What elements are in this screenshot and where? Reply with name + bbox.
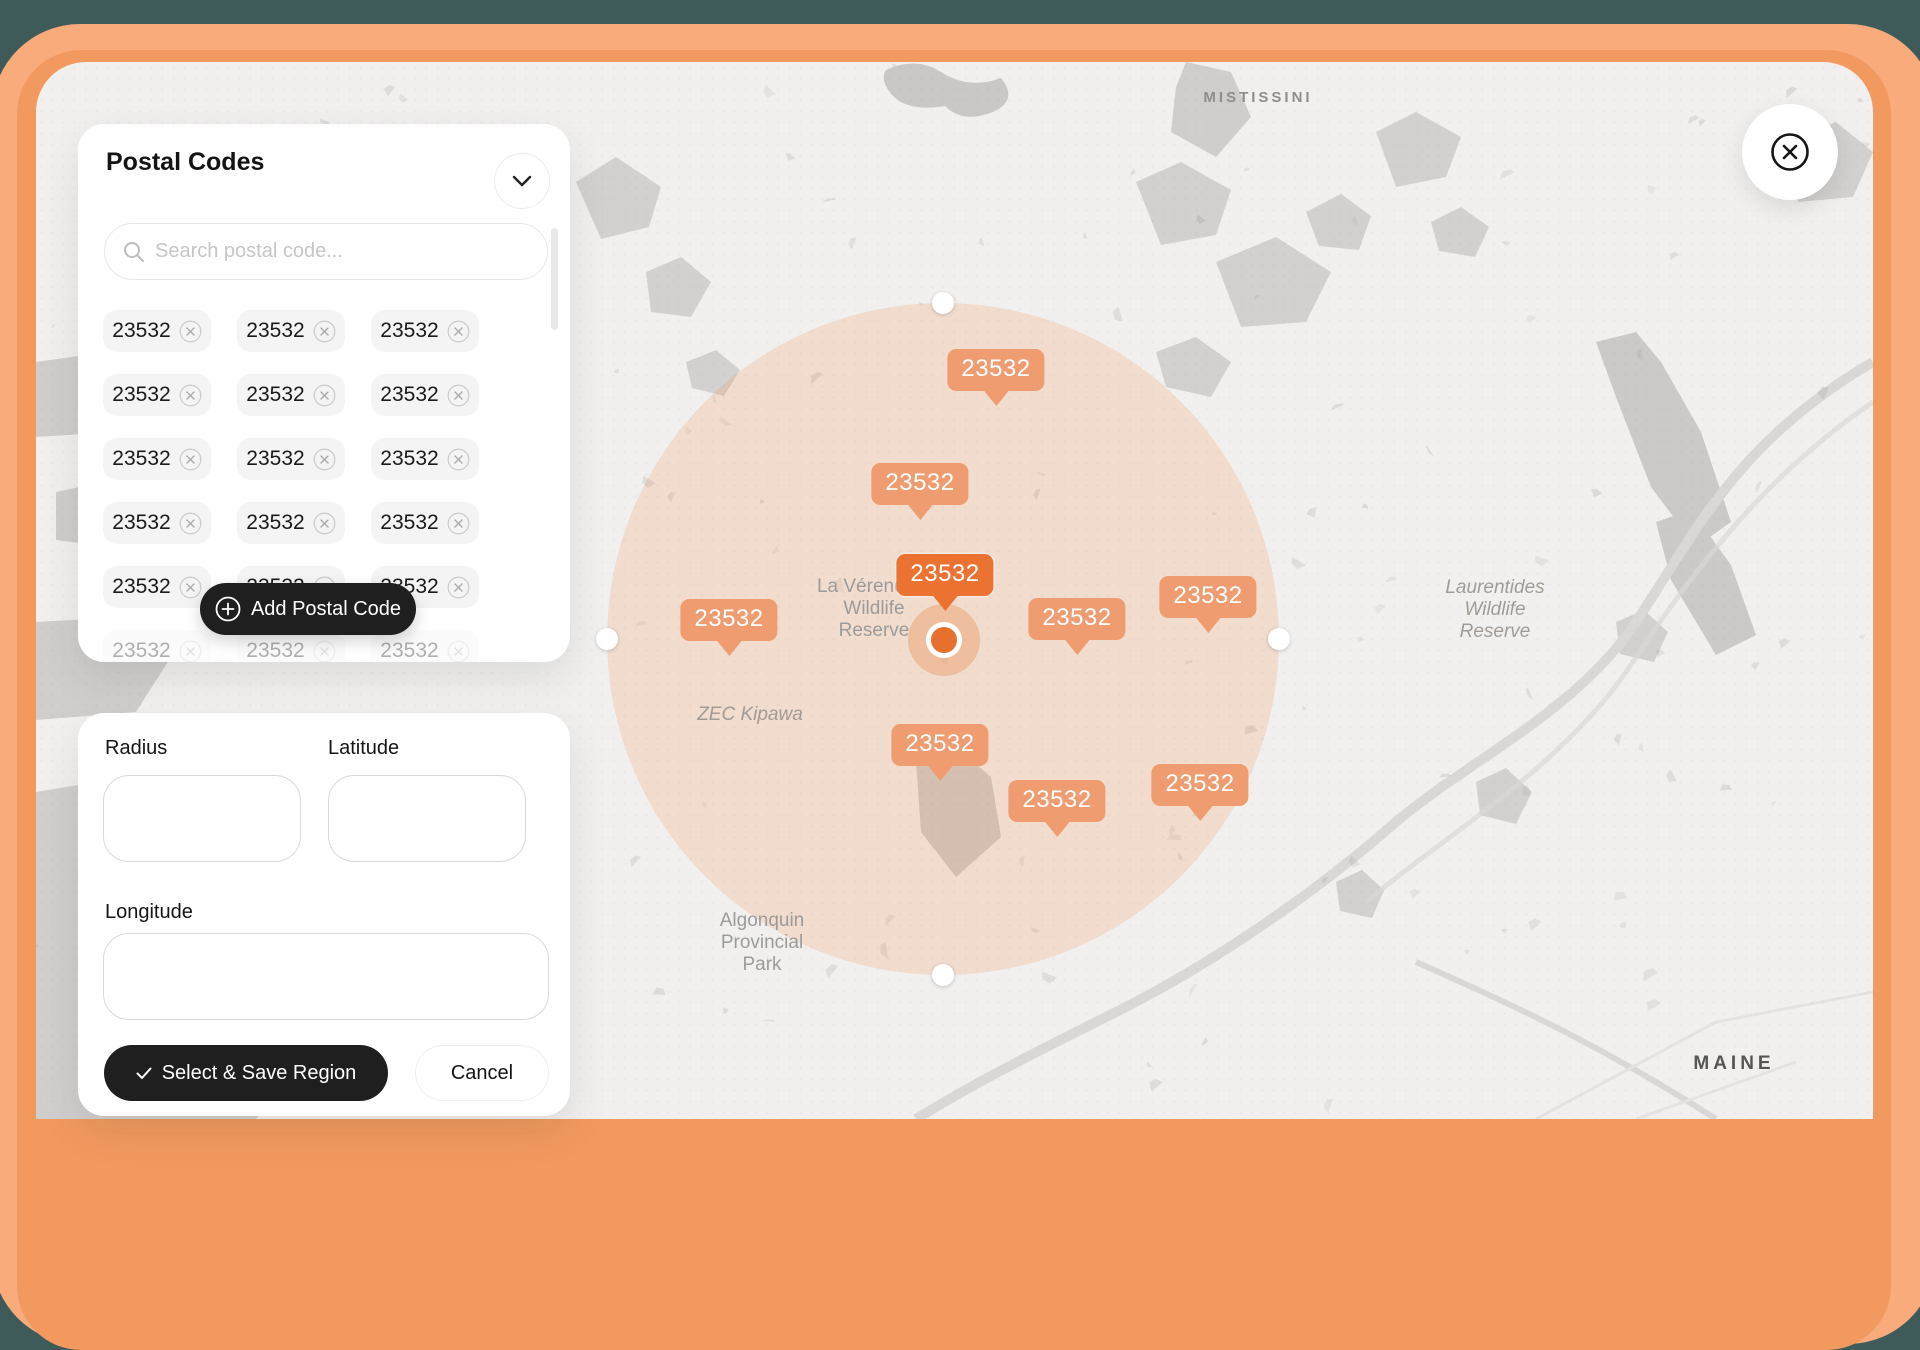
- radius-input[interactable]: [103, 775, 301, 862]
- postal-code-chip-label: 23532: [112, 319, 170, 343]
- map-pin-label: 23532: [680, 599, 777, 641]
- remove-chip-icon[interactable]: [179, 320, 202, 343]
- longitude-input[interactable]: [103, 933, 549, 1020]
- remove-chip-icon[interactable]: [179, 640, 202, 663]
- map-place-label-maine: MAINE: [1693, 1053, 1774, 1075]
- close-map-button[interactable]: [1742, 104, 1838, 200]
- remove-chip-icon[interactable]: [313, 320, 336, 343]
- map-place-label-laurentides: Laurentides Wildlife Reserve: [1445, 577, 1544, 643]
- search-postal-code-input[interactable]: [104, 223, 548, 280]
- search-icon: [122, 240, 146, 264]
- collapse-panel-button[interactable]: [494, 153, 550, 209]
- radius-label: Radius: [105, 737, 167, 760]
- postal-code-chip[interactable]: 23532: [237, 310, 345, 352]
- remove-chip-icon[interactable]: [179, 384, 202, 407]
- map-place-label-mistissini: MISTISSINI: [1203, 87, 1312, 109]
- postal-code-chip-label: 23532: [380, 639, 438, 662]
- postal-code-chip-label: 23532: [112, 447, 170, 471]
- postal-code-chip-label: 23532: [246, 447, 304, 471]
- map-pin[interactable]: 23532: [871, 463, 968, 505]
- postal-code-chip-label: 23532: [380, 447, 438, 471]
- postal-code-chip[interactable]: 23532: [103, 566, 211, 608]
- close-icon: [1768, 130, 1812, 174]
- center-marker[interactable]: [926, 622, 962, 658]
- postal-code-chip-label: 23532: [112, 575, 170, 599]
- remove-chip-icon[interactable]: [179, 448, 202, 471]
- remove-chip-icon[interactable]: [447, 320, 470, 343]
- postal-code-chip-label: 23532: [246, 383, 304, 407]
- postal-code-chip-label: 23532: [246, 319, 304, 343]
- map-pin-label: 23532: [947, 349, 1044, 391]
- postal-code-chip-label: 23532: [246, 511, 304, 535]
- postal-code-chip-label: 23532: [380, 383, 438, 407]
- remove-chip-icon[interactable]: [313, 384, 336, 407]
- postal-code-chip[interactable]: 23532: [371, 374, 479, 416]
- select-save-region-label: Select & Save Region: [162, 1062, 357, 1085]
- region-resize-handle-left[interactable]: [596, 628, 618, 650]
- map-place-label-algonquin: Algonquin Provincial Park: [720, 910, 805, 976]
- remove-chip-icon[interactable]: [447, 640, 470, 663]
- map-pin[interactable]: 23532: [1151, 764, 1248, 806]
- postal-code-chip[interactable]: 23532: [103, 374, 211, 416]
- postal-code-chip-label: 23532: [380, 511, 438, 535]
- remove-chip-icon[interactable]: [313, 512, 336, 535]
- postal-code-chip-label: 23532: [112, 383, 170, 407]
- region-resize-handle-right[interactable]: [1268, 628, 1290, 650]
- map-pin[interactable]: 23532: [680, 599, 777, 641]
- map-place-label-zec-kipawa: ZEC Kipawa: [697, 704, 803, 726]
- remove-chip-icon[interactable]: [179, 512, 202, 535]
- postal-code-chip[interactable]: 23532: [237, 438, 345, 480]
- remove-chip-icon[interactable]: [447, 512, 470, 535]
- map-pin[interactable]: 23532: [1008, 780, 1105, 822]
- add-postal-code-button[interactable]: Add Postal Code: [200, 583, 416, 635]
- remove-chip-icon[interactable]: [447, 384, 470, 407]
- add-postal-code-label: Add Postal Code: [251, 598, 401, 621]
- check-icon: [136, 1067, 152, 1080]
- map-pin-label: 23532: [1159, 576, 1256, 618]
- map-pin-selected[interactable]: 23532: [896, 554, 993, 596]
- region-resize-handle-top[interactable]: [932, 292, 954, 314]
- postal-codes-panel: Postal Codes 23532 23532 23532 23532 23532 23…: [78, 124, 570, 662]
- longitude-label: Longitude: [105, 901, 193, 924]
- postal-code-chip[interactable]: 23532: [103, 438, 211, 480]
- postal-code-chip[interactable]: 23532: [237, 502, 345, 544]
- region-resize-handle-bottom[interactable]: [932, 964, 954, 986]
- map-pin-label: 23532: [1151, 764, 1248, 806]
- remove-chip-icon[interactable]: [313, 640, 336, 663]
- postal-code-chip[interactable]: 23532: [103, 502, 211, 544]
- map-pin-label: 23532: [1028, 598, 1125, 640]
- map-pin-label: 23532: [896, 554, 993, 596]
- map-pin[interactable]: 23532: [1159, 576, 1256, 618]
- map-pin[interactable]: 23532: [891, 724, 988, 766]
- postal-code-chip[interactable]: 23532: [371, 310, 479, 352]
- remove-chip-icon[interactable]: [313, 448, 336, 471]
- cancel-button[interactable]: Cancel: [415, 1045, 549, 1101]
- postal-code-chip[interactable]: 23532: [237, 374, 345, 416]
- select-save-region-button[interactable]: Select & Save Region: [104, 1045, 388, 1101]
- postal-code-chip[interactable]: 23532: [371, 502, 479, 544]
- cancel-label: Cancel: [451, 1062, 513, 1085]
- postal-code-chip[interactable]: 23532: [103, 630, 211, 662]
- postal-code-chip-label: 23532: [246, 639, 304, 662]
- postal-code-chip[interactable]: 23532: [103, 310, 211, 352]
- remove-chip-icon[interactable]: [179, 576, 202, 599]
- postal-code-chip-label: 23532: [112, 511, 170, 535]
- remove-chip-icon[interactable]: [447, 448, 470, 471]
- map-pin[interactable]: 23532: [1028, 598, 1125, 640]
- chip-list-scrollbar[interactable]: [551, 228, 558, 330]
- map-pin[interactable]: 23532: [947, 349, 1044, 391]
- plus-circle-icon: [215, 596, 241, 622]
- remove-chip-icon[interactable]: [447, 576, 470, 599]
- postal-code-chip[interactable]: 23532: [371, 438, 479, 480]
- latitude-input[interactable]: [328, 775, 526, 862]
- chevron-down-icon: [512, 175, 532, 187]
- latitude-label: Latitude: [328, 737, 399, 760]
- map-pin-label: 23532: [891, 724, 988, 766]
- postal-code-chip-label: 23532: [380, 319, 438, 343]
- panel-title: Postal Codes: [106, 148, 264, 177]
- map-pin-label: 23532: [871, 463, 968, 505]
- map-pin-label: 23532: [1008, 780, 1105, 822]
- region-settings-panel: Radius Latitude Longitude Select & Save …: [78, 713, 570, 1116]
- postal-code-chip-label: 23532: [112, 639, 170, 662]
